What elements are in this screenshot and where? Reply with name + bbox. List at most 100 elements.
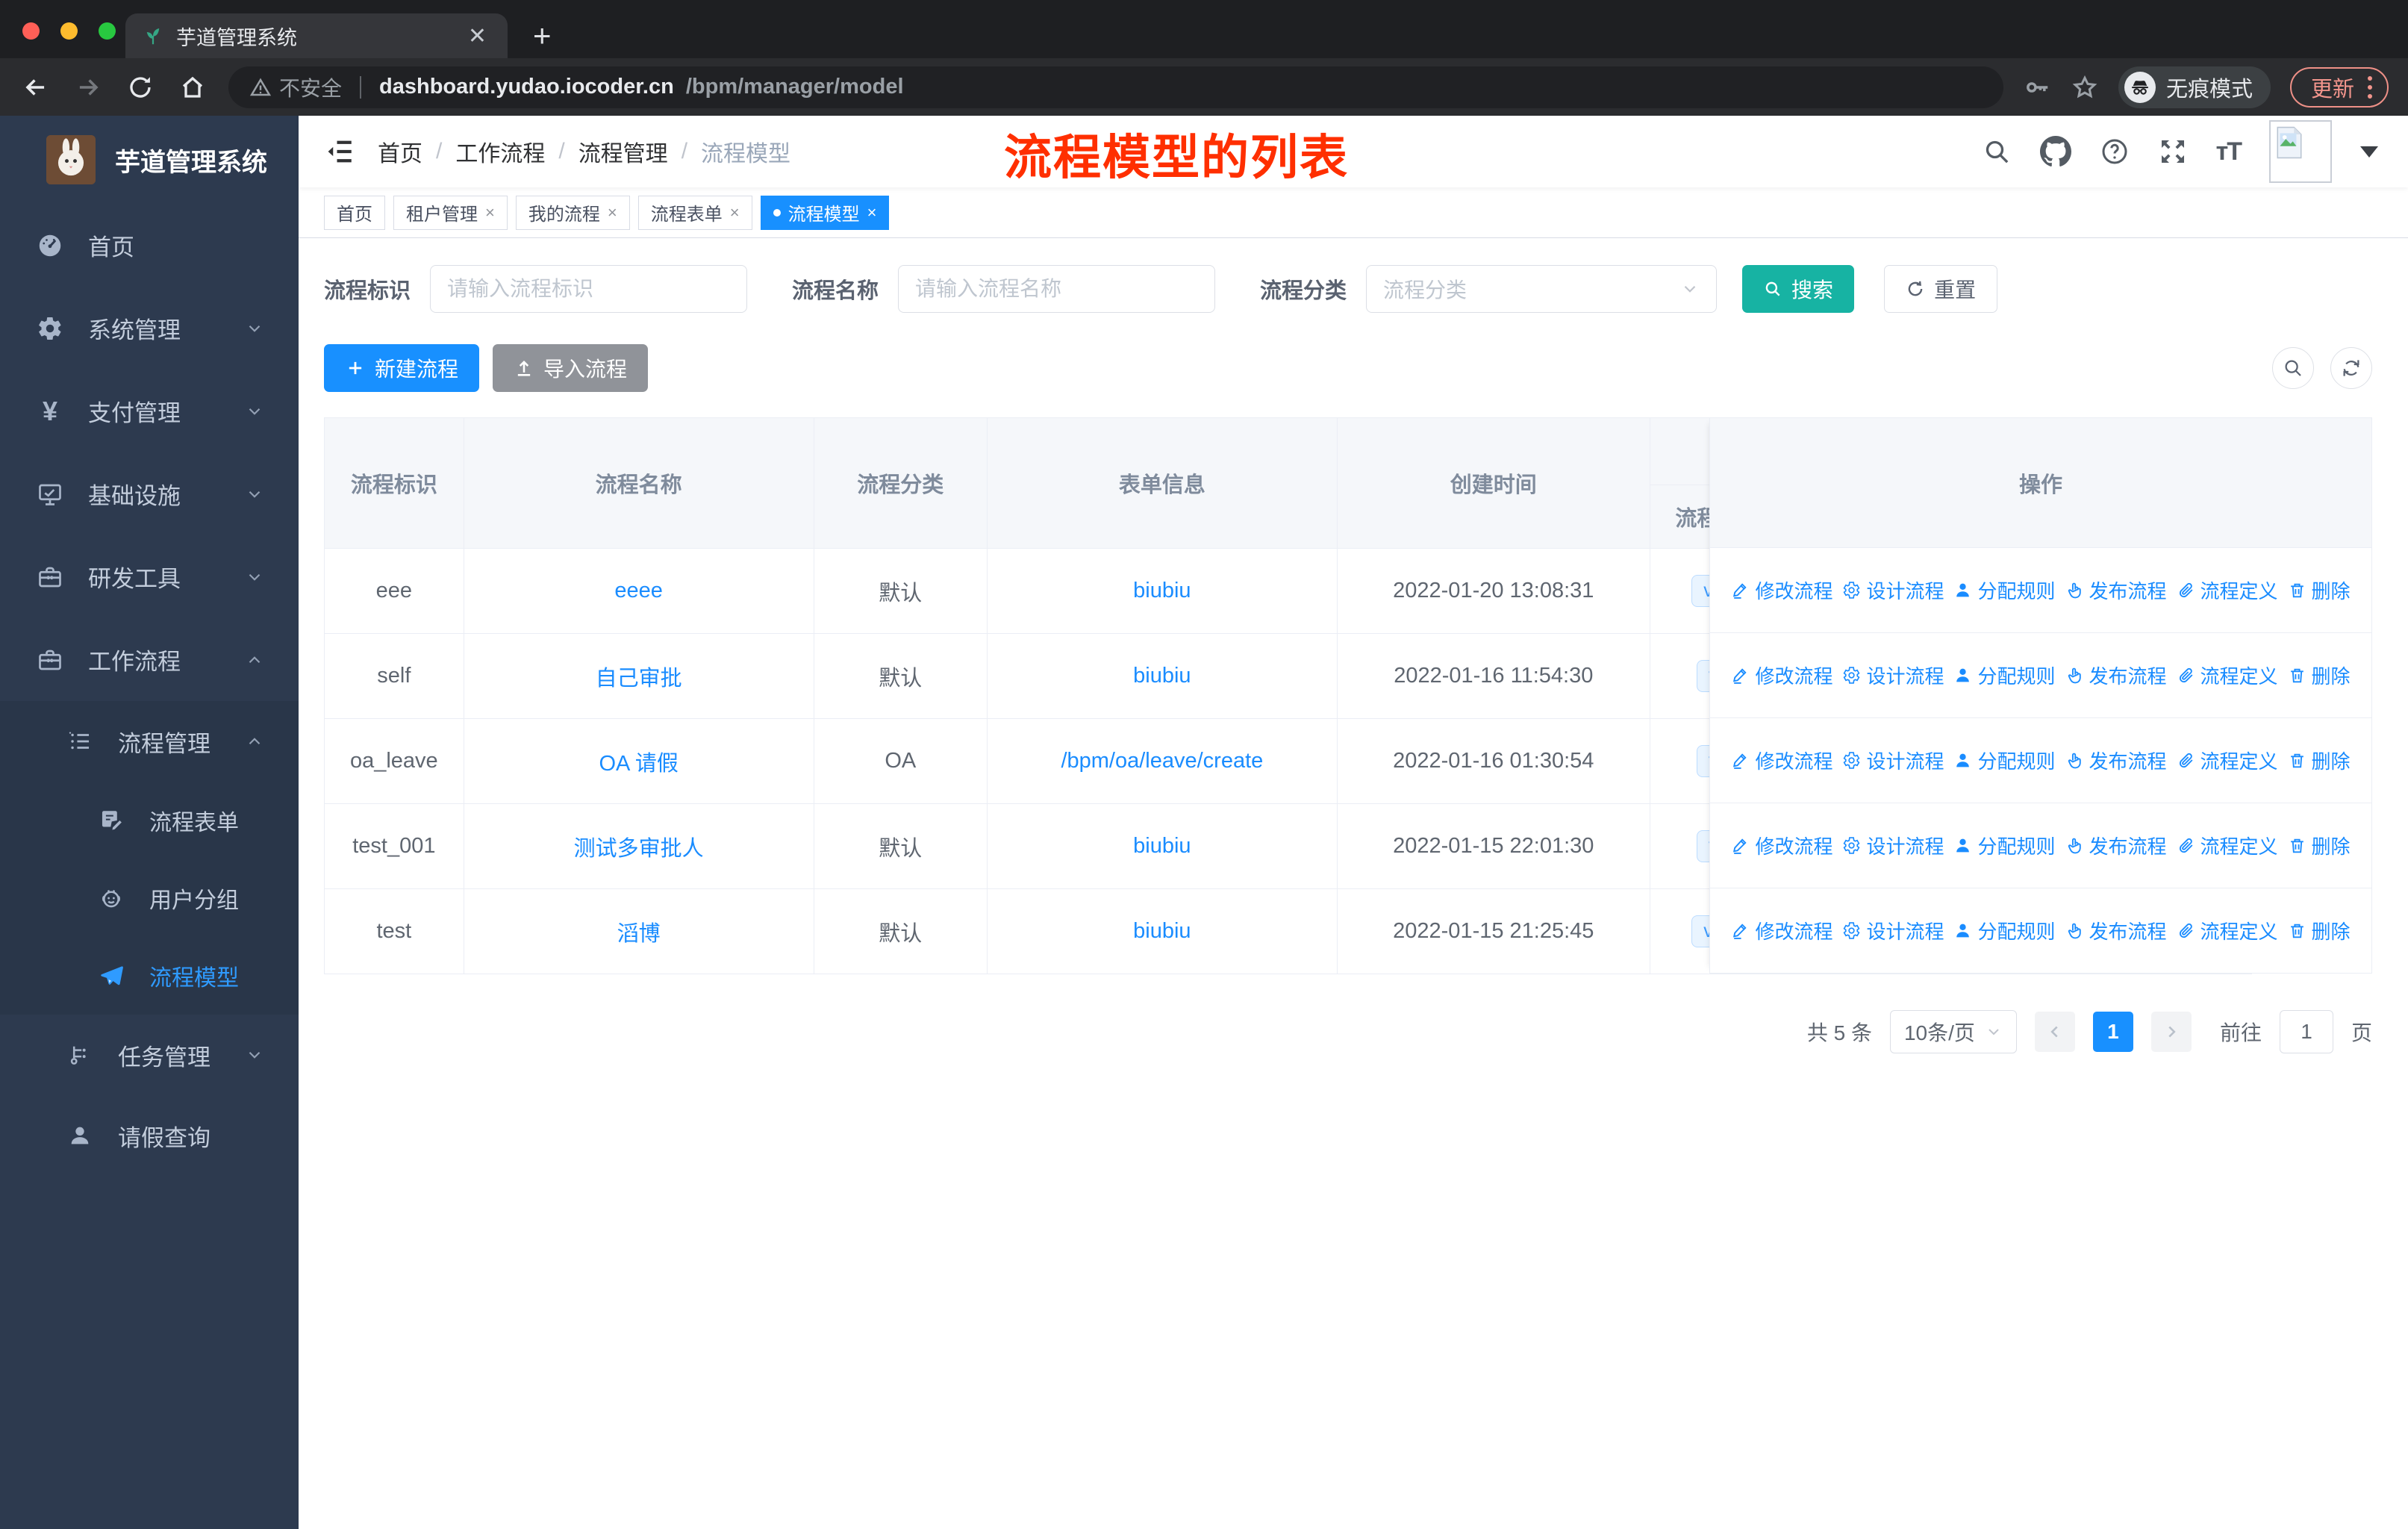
form-info-link[interactable]: /bpm/oa/leave/create	[1061, 749, 1263, 773]
edit-process-link[interactable]: 修改流程	[1731, 747, 1832, 774]
window-minimize-button[interactable]	[60, 22, 78, 40]
help-icon[interactable]	[2100, 137, 2130, 166]
tag-process-form[interactable]: 流程表单 ×	[637, 195, 752, 230]
process-name-link[interactable]: eeee	[614, 579, 663, 602]
delete-process-link[interactable]: 删除	[2288, 576, 2351, 604]
process-definition-link[interactable]: 流程定义	[2177, 917, 2278, 944]
home-icon[interactable]	[176, 71, 209, 104]
tag-home[interactable]: 首页	[324, 195, 385, 230]
create-process-button[interactable]: 新建流程	[324, 344, 480, 392]
process-name-link[interactable]: OA 请假	[599, 752, 679, 776]
sidebar-item-infrastructure[interactable]: 基础设施	[0, 452, 299, 535]
form-info-link[interactable]: biubiu	[1133, 834, 1191, 858]
publish-process-link[interactable]: 发布流程	[2065, 661, 2167, 689]
sidebar-item-task-manage[interactable]: 任务管理	[0, 1015, 299, 1095]
page-number-current[interactable]: 1	[2092, 1012, 2133, 1052]
tag-close-icon[interactable]: ×	[608, 203, 617, 222]
goto-page-input[interactable]	[2279, 1010, 2333, 1053]
tag-close-icon[interactable]: ×	[485, 203, 495, 222]
next-page-button[interactable]	[2150, 1012, 2192, 1052]
edit-process-link[interactable]: 修改流程	[1731, 832, 1832, 859]
sidebar-item-payment[interactable]: ¥ 支付管理	[0, 370, 299, 452]
back-icon[interactable]	[19, 71, 52, 104]
delete-process-link[interactable]: 删除	[2288, 747, 2351, 774]
sidebar-item-process-manage[interactable]: 流程管理	[0, 701, 299, 782]
browser-tab[interactable]: 芋道管理系统 ✕	[125, 13, 508, 58]
publish-process-link[interactable]: 发布流程	[2065, 747, 2167, 774]
prev-page-button[interactable]	[2034, 1012, 2075, 1052]
avatar-caret-icon[interactable]	[2360, 146, 2378, 158]
search-button[interactable]: 搜索	[1742, 265, 1855, 313]
breadcrumb-home[interactable]: 首页	[378, 135, 422, 168]
design-process-link[interactable]: 设计流程	[1842, 576, 1944, 604]
sidebar-item-leave-query[interactable]: 请假查询	[0, 1095, 299, 1176]
process-name-link[interactable]: 测试多审批人	[574, 837, 704, 861]
sidebar-item-workflow[interactable]: 工作流程	[0, 618, 299, 701]
design-process-link[interactable]: 设计流程	[1842, 661, 1944, 689]
address-bar[interactable]: 不安全 dashboard.yudao.iocoder.cn/bpm/manag…	[228, 66, 2003, 108]
design-process-link[interactable]: 设计流程	[1842, 747, 1944, 774]
design-process-link[interactable]: 设计流程	[1842, 917, 1944, 944]
assign-rule-link[interactable]: 分配规则	[1953, 917, 2056, 944]
breadcrumb-workflow[interactable]: 工作流程	[455, 135, 545, 168]
delete-process-link[interactable]: 删除	[2288, 917, 2351, 944]
reset-button[interactable]: 重置	[1884, 265, 1998, 313]
publish-process-link[interactable]: 发布流程	[2065, 576, 2167, 604]
assign-rule-link[interactable]: 分配规则	[1953, 576, 2056, 604]
search-icon[interactable]	[1982, 137, 2012, 166]
tag-close-icon[interactable]: ×	[867, 203, 877, 222]
filter-category-select[interactable]: 流程分类	[1366, 265, 1718, 313]
window-zoom-button[interactable]	[99, 22, 116, 40]
edit-process-link[interactable]: 修改流程	[1731, 661, 1832, 689]
window-close-button[interactable]	[22, 22, 40, 40]
fullscreen-icon[interactable]	[2158, 137, 2188, 166]
process-definition-link[interactable]: 流程定义	[2177, 661, 2278, 689]
password-key-icon[interactable]	[2023, 73, 2051, 102]
delete-process-link[interactable]: 删除	[2288, 832, 2351, 859]
form-info-link[interactable]: biubiu	[1133, 919, 1191, 943]
design-process-link[interactable]: 设计流程	[1842, 832, 1944, 859]
sidebar-item-process-model[interactable]: 流程模型	[0, 937, 299, 1015]
forward-icon[interactable]	[72, 71, 105, 104]
import-process-button[interactable]: 导入流程	[493, 344, 649, 392]
refresh-table-button[interactable]	[2330, 347, 2372, 389]
edit-process-link[interactable]: 修改流程	[1731, 917, 1832, 944]
form-info-link[interactable]: biubiu	[1133, 664, 1191, 688]
process-name-link[interactable]: 滔博	[617, 922, 661, 946]
publish-process-link[interactable]: 发布流程	[2065, 917, 2167, 944]
bookmark-star-icon[interactable]	[2071, 73, 2099, 102]
github-icon[interactable]	[2039, 136, 2071, 167]
sidebar-item-system[interactable]: 系统管理	[0, 287, 299, 370]
edit-process-link[interactable]: 修改流程	[1731, 576, 1832, 604]
breadcrumb-process-manage[interactable]: 流程管理	[578, 135, 668, 168]
sidebar-item-process-form[interactable]: 流程表单	[0, 782, 299, 859]
tag-process-model[interactable]: 流程模型 ×	[760, 195, 890, 230]
sidebar-item-devtools[interactable]: 研发工具	[0, 535, 299, 618]
tab-close-icon[interactable]: ✕	[464, 23, 491, 49]
sidebar-item-user-group[interactable]: 用户分组	[0, 859, 299, 937]
process-definition-link[interactable]: 流程定义	[2177, 832, 2278, 859]
form-info-link[interactable]: biubiu	[1133, 579, 1191, 602]
sidebar-item-home[interactable]: 首页	[0, 204, 299, 287]
publish-process-link[interactable]: 发布流程	[2065, 832, 2167, 859]
process-definition-link[interactable]: 流程定义	[2177, 747, 2278, 774]
filter-name-input[interactable]	[898, 265, 1216, 313]
tag-tenant[interactable]: 租户管理 ×	[393, 195, 508, 230]
tag-close-icon[interactable]: ×	[730, 203, 740, 222]
reload-icon[interactable]	[124, 71, 157, 104]
filter-id-input[interactable]	[430, 265, 748, 313]
process-name-link[interactable]: 自己审批	[596, 667, 682, 691]
assign-rule-link[interactable]: 分配规则	[1953, 661, 2056, 689]
sidebar-fold-icon[interactable]	[324, 136, 355, 167]
assign-rule-link[interactable]: 分配规则	[1953, 747, 2056, 774]
assign-rule-link[interactable]: 分配规则	[1953, 832, 2056, 859]
browser-update-menu-button[interactable]: 更新	[2289, 66, 2389, 108]
new-tab-button[interactable]: +	[533, 13, 552, 58]
user-avatar[interactable]	[2269, 120, 2332, 183]
font-size-icon[interactable]: тT	[2216, 137, 2242, 166]
process-definition-link[interactable]: 流程定义	[2177, 576, 2278, 604]
tag-my-process[interactable]: 我的流程 ×	[515, 195, 630, 230]
delete-process-link[interactable]: 删除	[2288, 661, 2351, 689]
page-size-select[interactable]: 10条/页	[1889, 1010, 2017, 1053]
toggle-search-button[interactable]	[2272, 347, 2314, 389]
